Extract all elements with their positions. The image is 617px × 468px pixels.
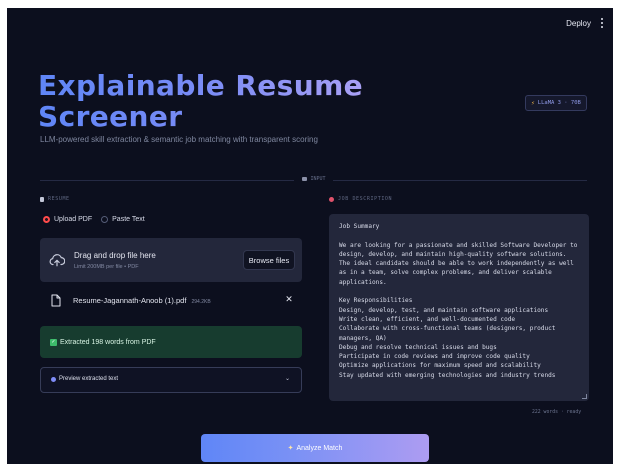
bolt-icon: ⚡ [531, 99, 535, 107]
frame-bottom [0, 464, 617, 468]
dropzone-limit: Limit 200MB per file • PDF [74, 264, 139, 270]
uploaded-file-name-text: Resume-Jagannath-Anoob (1).pdf [73, 296, 187, 305]
input-icon [302, 177, 308, 181]
frame-right [613, 0, 617, 468]
analyze-match-button[interactable]: ✦ Analyze Match [201, 434, 429, 462]
resize-handle-icon[interactable] [582, 394, 587, 399]
uploaded-file: Resume-Jagannath-Anoob (1).pdf 294.2KB ✕ [40, 290, 302, 312]
uploaded-file-size: 294.2KB [191, 299, 211, 305]
browse-files-button[interactable]: Browse files [243, 250, 295, 270]
job-description-textarea[interactable]: Job Summary We are looking for a passion… [329, 214, 589, 401]
input-divider-label: INPUT [296, 176, 332, 182]
job-description-section-label: JOB DESCRIPTION [329, 196, 392, 202]
page-title: Explainable Resume Screener [38, 70, 418, 132]
preview-extracted-text-label: Preview extracted text [59, 376, 119, 382]
extraction-success-text: Extracted 198 words from PDF [60, 338, 156, 346]
job-description-status: 222 words · ready [532, 410, 582, 415]
page-subtitle: LLM-powered skill extraction & semantic … [40, 135, 318, 144]
model-badge: ⚡ LLaMA 3 · 70B [525, 95, 587, 111]
radio-paste-text-label: Paste Text [112, 216, 145, 223]
file-dropzone[interactable]: Drag and drop file here Limit 200MB per … [40, 238, 302, 282]
analyze-match-label: Analyze Match [296, 444, 343, 452]
model-badge-label: LLaMA 3 · 70B [537, 100, 581, 106]
radio-upload-pdf-label: Upload PDF [54, 216, 93, 223]
radio-upload-pdf[interactable]: Upload PDF [43, 216, 92, 223]
target-icon [329, 196, 334, 202]
radio-selected-icon[interactable] [43, 216, 50, 223]
check-icon: ✓ [50, 338, 57, 346]
frame-left [0, 0, 7, 468]
job-description-section-text: JOB DESCRIPTION [338, 196, 393, 202]
pin-icon [51, 377, 56, 382]
extraction-success-alert: ✓ Extracted 198 words from PDF [40, 326, 302, 358]
frame-top [0, 0, 617, 8]
close-icon: ✕ [285, 295, 293, 305]
dropzone-title: Drag and drop file here [74, 251, 156, 260]
sparkle-icon: ✦ [287, 445, 294, 452]
chevron-down-icon: ⌄ [284, 376, 290, 382]
uploaded-file-name: Resume-Jagannath-Anoob (1).pdf 294.2KB [73, 296, 211, 305]
section-divider-right [333, 180, 587, 181]
radio-unselected-icon[interactable] [101, 216, 109, 223]
resume-section-label: RESUME [40, 196, 70, 202]
resume-section-text: RESUME [48, 196, 70, 202]
section-divider-left [40, 180, 294, 181]
document-icon [40, 196, 44, 202]
remove-file-button[interactable]: ✕ [283, 294, 295, 306]
resume-input-mode: Upload PDF Paste Text [43, 216, 145, 223]
preview-extracted-text-expander[interactable]: Preview extracted text ⌄ [40, 367, 302, 393]
cloud-upload-icon [49, 254, 65, 267]
app-root: Deploy Explainable Resume Screener LLM-p… [0, 0, 617, 468]
file-icon [51, 294, 61, 307]
deploy-button[interactable]: Deploy [566, 19, 591, 28]
more-vertical-icon[interactable] [599, 16, 605, 30]
radio-paste-text[interactable]: Paste Text [101, 216, 145, 223]
input-divider-text: INPUT [310, 176, 326, 182]
